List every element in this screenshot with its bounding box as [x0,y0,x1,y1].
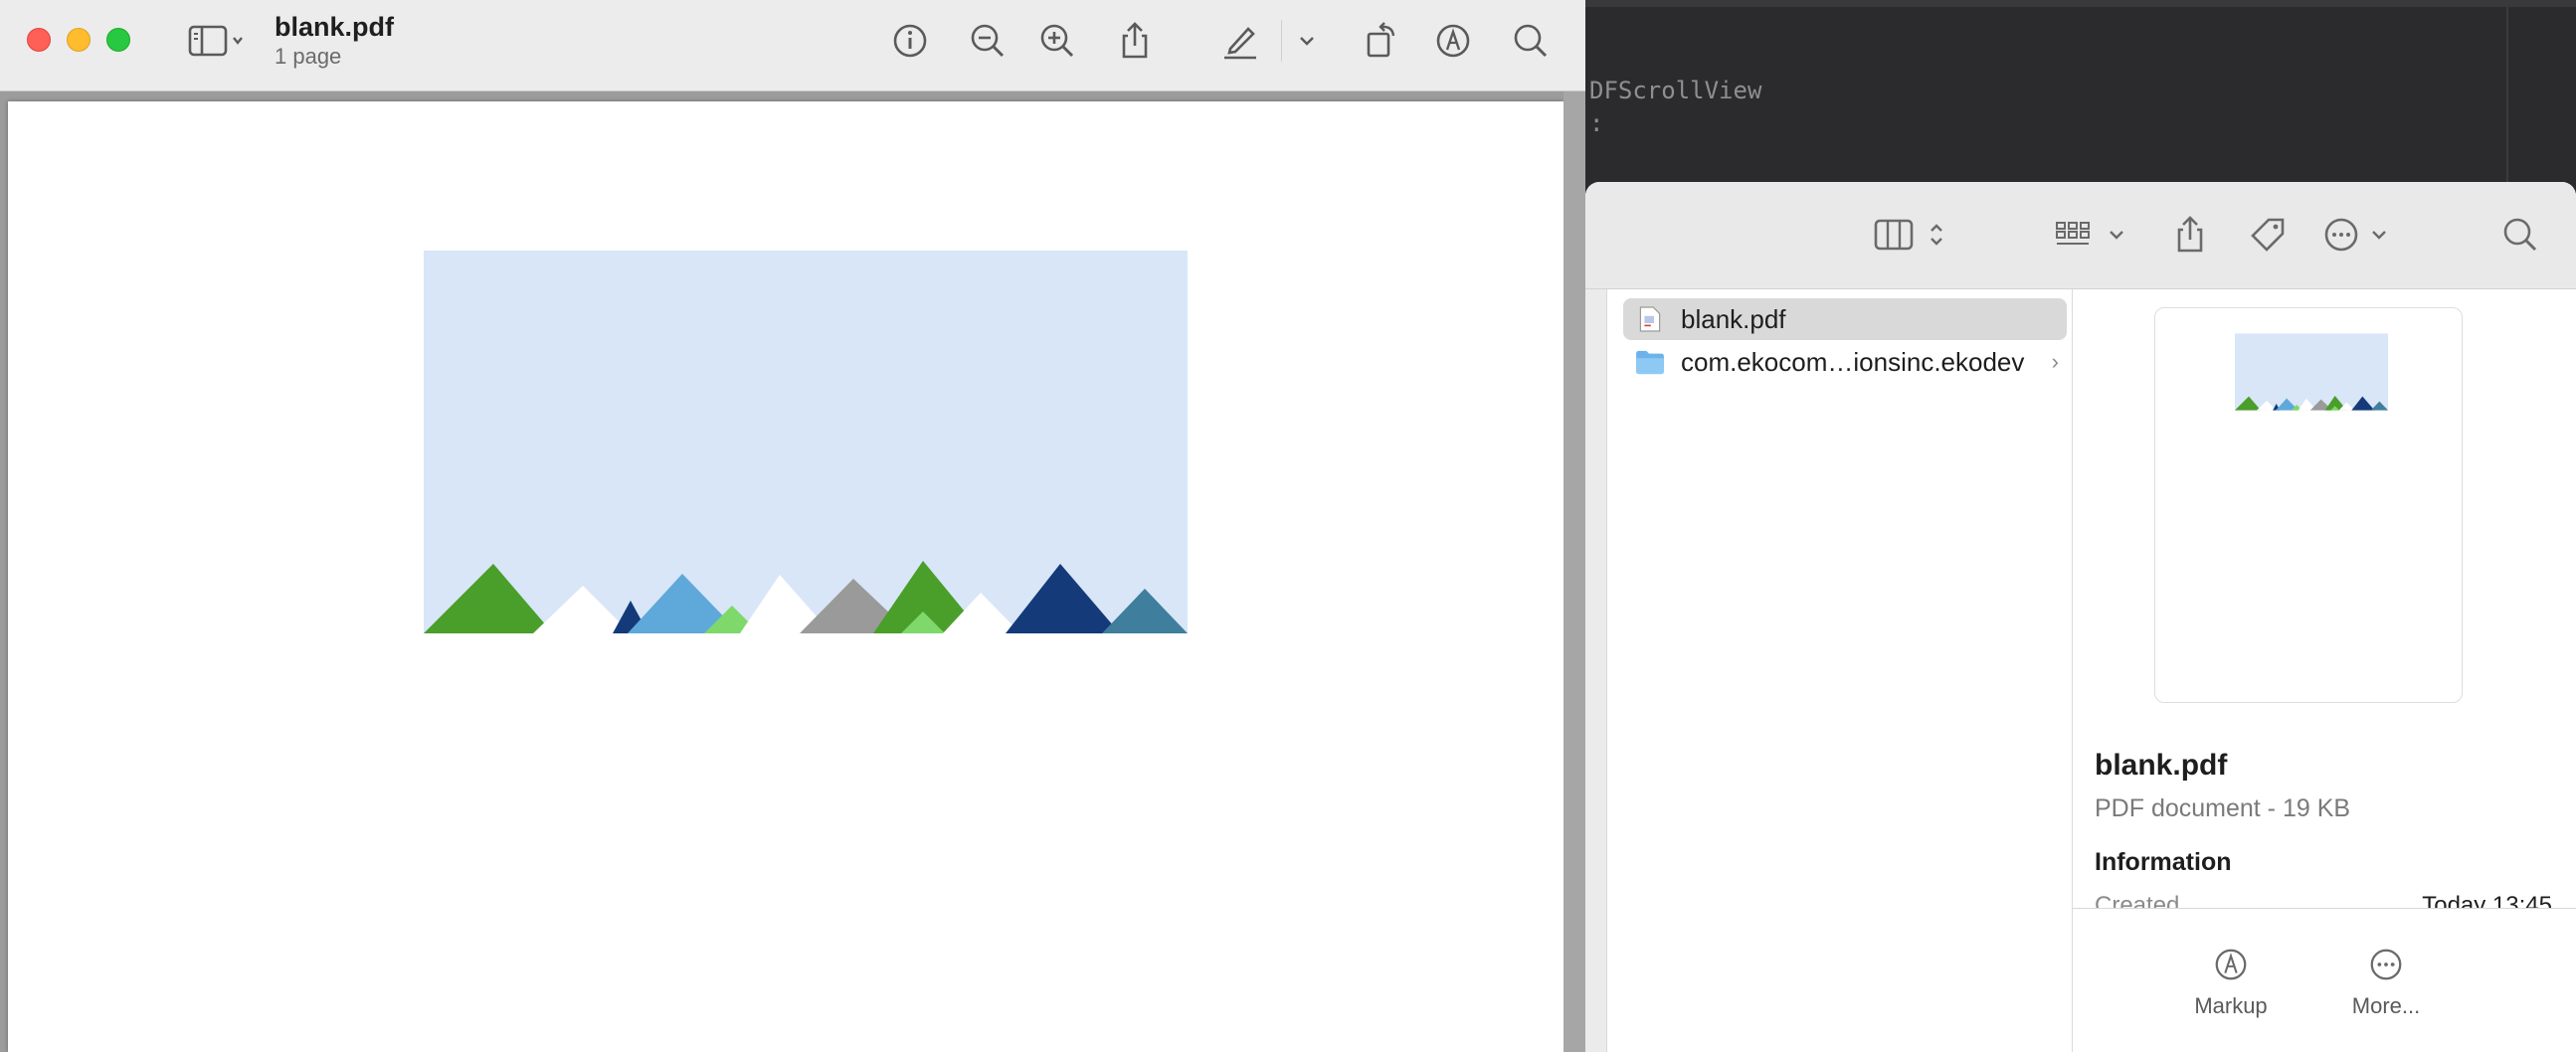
rotate-button[interactable] [1359,18,1404,64]
rotate-icon [1367,22,1395,58]
code-line: DFScrollView [1589,77,1762,104]
finder-search-button[interactable] [2498,210,2542,260]
created-value: Today 13:45 [2422,892,2552,908]
previous-column-edge [1585,289,1607,1052]
file-column: blank.pdf com.ekocom…ionsinc.ekodev › [1607,289,2073,1052]
minimize-window-button[interactable] [67,28,91,52]
tags-button[interactable] [2246,210,2290,260]
finder-window: blank.pdf com.ekocom…ionsinc.ekodev › bl… [1585,182,2576,1052]
share-icon [1122,22,1148,59]
search-icon [2503,218,2537,252]
chevron-right-icon: › [2051,349,2059,374]
divider [2073,908,2576,909]
thumbnail-illustration [2235,333,2388,411]
document-title: blank.pdf [275,12,394,42]
code-editor-background: DFScrollView : [1581,0,2576,199]
share-icon [2177,216,2203,253]
information-heading: Information [2095,848,2232,876]
zoom-out-icon [971,24,1005,58]
more-label: More... [2351,993,2421,1018]
view-mode-button[interactable] [1872,210,1953,260]
preview-file-kind: PDF document - 19 KB [2095,794,2351,822]
file-thumbnail [2154,307,2463,703]
highlight-options-button[interactable] [1287,18,1327,64]
search-icon [1514,24,1548,58]
page-edge-shadow [1564,91,1585,1052]
toolbar-separator [1281,20,1282,62]
info-button[interactable] [887,18,933,64]
highlight-button[interactable] [1217,18,1263,64]
pdf-file-icon [1635,303,1665,335]
share-button[interactable] [1112,18,1158,64]
document-page-count: 1 page [275,44,342,69]
markup-label: Markup [2194,993,2268,1018]
folder-name: com.ekocom…ionsinc.ekodev [1681,346,2025,377]
chevron-down-icon [1300,37,1314,46]
folder-icon [1635,346,1665,378]
zoom-out-button[interactable] [965,18,1011,64]
columns-view-icon [1874,219,1942,251]
preview-window: blank.pdf 1 page [0,0,1585,1052]
preview-file-name: blank.pdf [2095,749,2228,782]
zoom-in-icon [1040,24,1074,58]
markup-action-button[interactable]: Markup [2166,946,2296,1019]
highlighter-icon [1224,27,1256,60]
code-line: : [1589,109,1604,137]
info-row-clip: Created Today 13:45 [2073,884,2576,908]
markup-icon [1436,24,1470,58]
info-icon [893,24,927,58]
sidebar-toggle-button[interactable] [179,18,255,64]
search-button[interactable] [1508,18,1554,64]
pdf-scroll-view[interactable] [0,91,1585,1052]
more-action-button[interactable]: More... [2321,946,2451,1019]
pdf-page [8,101,1564,1052]
sidebar-icon [188,25,243,57]
mountain-illustration [424,251,1188,633]
editor-top-bar [1581,0,2576,7]
editor-divider [2506,7,2508,199]
zoom-in-button[interactable] [1034,18,1080,64]
folder-row[interactable]: com.ekocom…ionsinc.ekodev › [1623,341,2067,383]
markup-button[interactable] [1430,18,1476,64]
tag-icon [2251,218,2285,252]
action-menu-button[interactable] [2321,210,2401,260]
fullscreen-window-button[interactable] [106,28,130,52]
grid-icon [2056,222,2123,245]
ellipsis-circle-icon [2324,218,2386,252]
file-name: blank.pdf [1681,303,1786,334]
file-row[interactable]: blank.pdf [1623,298,2067,340]
close-window-button[interactable] [27,28,51,52]
markup-icon [2215,949,2247,980]
created-label: Created [2095,892,2180,908]
finder-share-button[interactable] [2168,210,2212,260]
ellipsis-circle-icon [2370,949,2402,980]
finder-toolbar [1585,182,2576,289]
group-by-button[interactable] [2053,210,2132,260]
finder-preview-pane: blank.pdf PDF document - 19 KB Informati… [2073,289,2576,1052]
preview-toolbar: blank.pdf 1 page [0,0,1585,91]
